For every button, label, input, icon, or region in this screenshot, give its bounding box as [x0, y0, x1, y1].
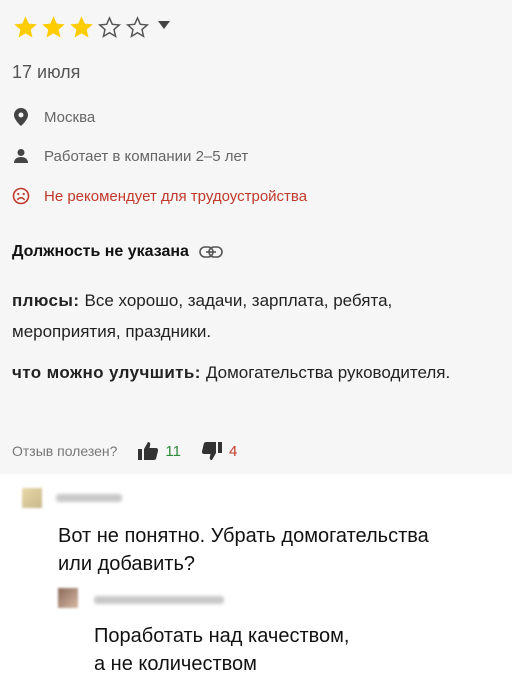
comment: Вот не понятно. Убрать домогательства ил…	[0, 474, 512, 584]
improve-label: что можно улучшить	[12, 363, 195, 382]
helpful-question: Отзыв полезен?	[12, 443, 118, 459]
comment-text: Вот не понятно. Убрать домогательства ил…	[58, 525, 429, 575]
location-row: Москва	[12, 108, 95, 126]
star-empty-icon	[97, 16, 122, 38]
sad-face-icon	[12, 187, 30, 205]
position-title: Должность не указана	[12, 243, 223, 261]
comment-text: Поработать над качеством, а не количеств…	[94, 625, 350, 675]
rating-stars[interactable]	[12, 14, 170, 41]
recommendation-row: Не рекомендует для трудоустройства	[12, 187, 307, 205]
helpful-row: Отзыв полезен? 11 4	[12, 441, 237, 461]
chevron-down-icon[interactable]	[158, 20, 170, 29]
helpful-yes-count: 11	[165, 442, 181, 460]
thumbs-down-icon[interactable]	[201, 441, 223, 461]
helpful-no-count: 4	[228, 442, 238, 460]
blurred-username	[56, 494, 122, 502]
comment: Поработать над качеством, а не количеств…	[0, 584, 512, 690]
location-pin-icon	[12, 108, 30, 126]
improve-section: что можно улучшить: Домогательства руков…	[12, 363, 451, 382]
tenure-row: Работает в компании 2–5 лет	[12, 147, 248, 165]
location-text: Москва	[44, 108, 96, 126]
star-empty-icon	[125, 16, 150, 38]
improve-text: Домогательства руководителя.	[205, 363, 451, 382]
pros-section: плюсы: Все хорошо, задачи, зарплата, реб…	[12, 291, 393, 341]
pros-label: плюсы	[12, 291, 74, 310]
avatar	[22, 488, 42, 508]
review-date: 17 июля	[12, 62, 81, 82]
recommendation-text: Не рекомендует для трудоустройства	[44, 187, 308, 205]
position-text: Должность не указана	[12, 243, 189, 260]
person-icon	[12, 147, 30, 165]
star-filled-icon	[14, 16, 37, 38]
star-filled-icon	[42, 16, 65, 38]
avatar	[58, 588, 78, 608]
review-card: 17 июля Москва Работает в компании 2–5 л…	[0, 0, 512, 474]
thumbs-up-icon[interactable]	[137, 441, 159, 461]
link-icon[interactable]	[199, 245, 223, 259]
star-filled-icon	[70, 16, 93, 38]
blurred-username	[94, 596, 224, 604]
tenure-text: Работает в компании 2–5 лет	[44, 147, 249, 165]
